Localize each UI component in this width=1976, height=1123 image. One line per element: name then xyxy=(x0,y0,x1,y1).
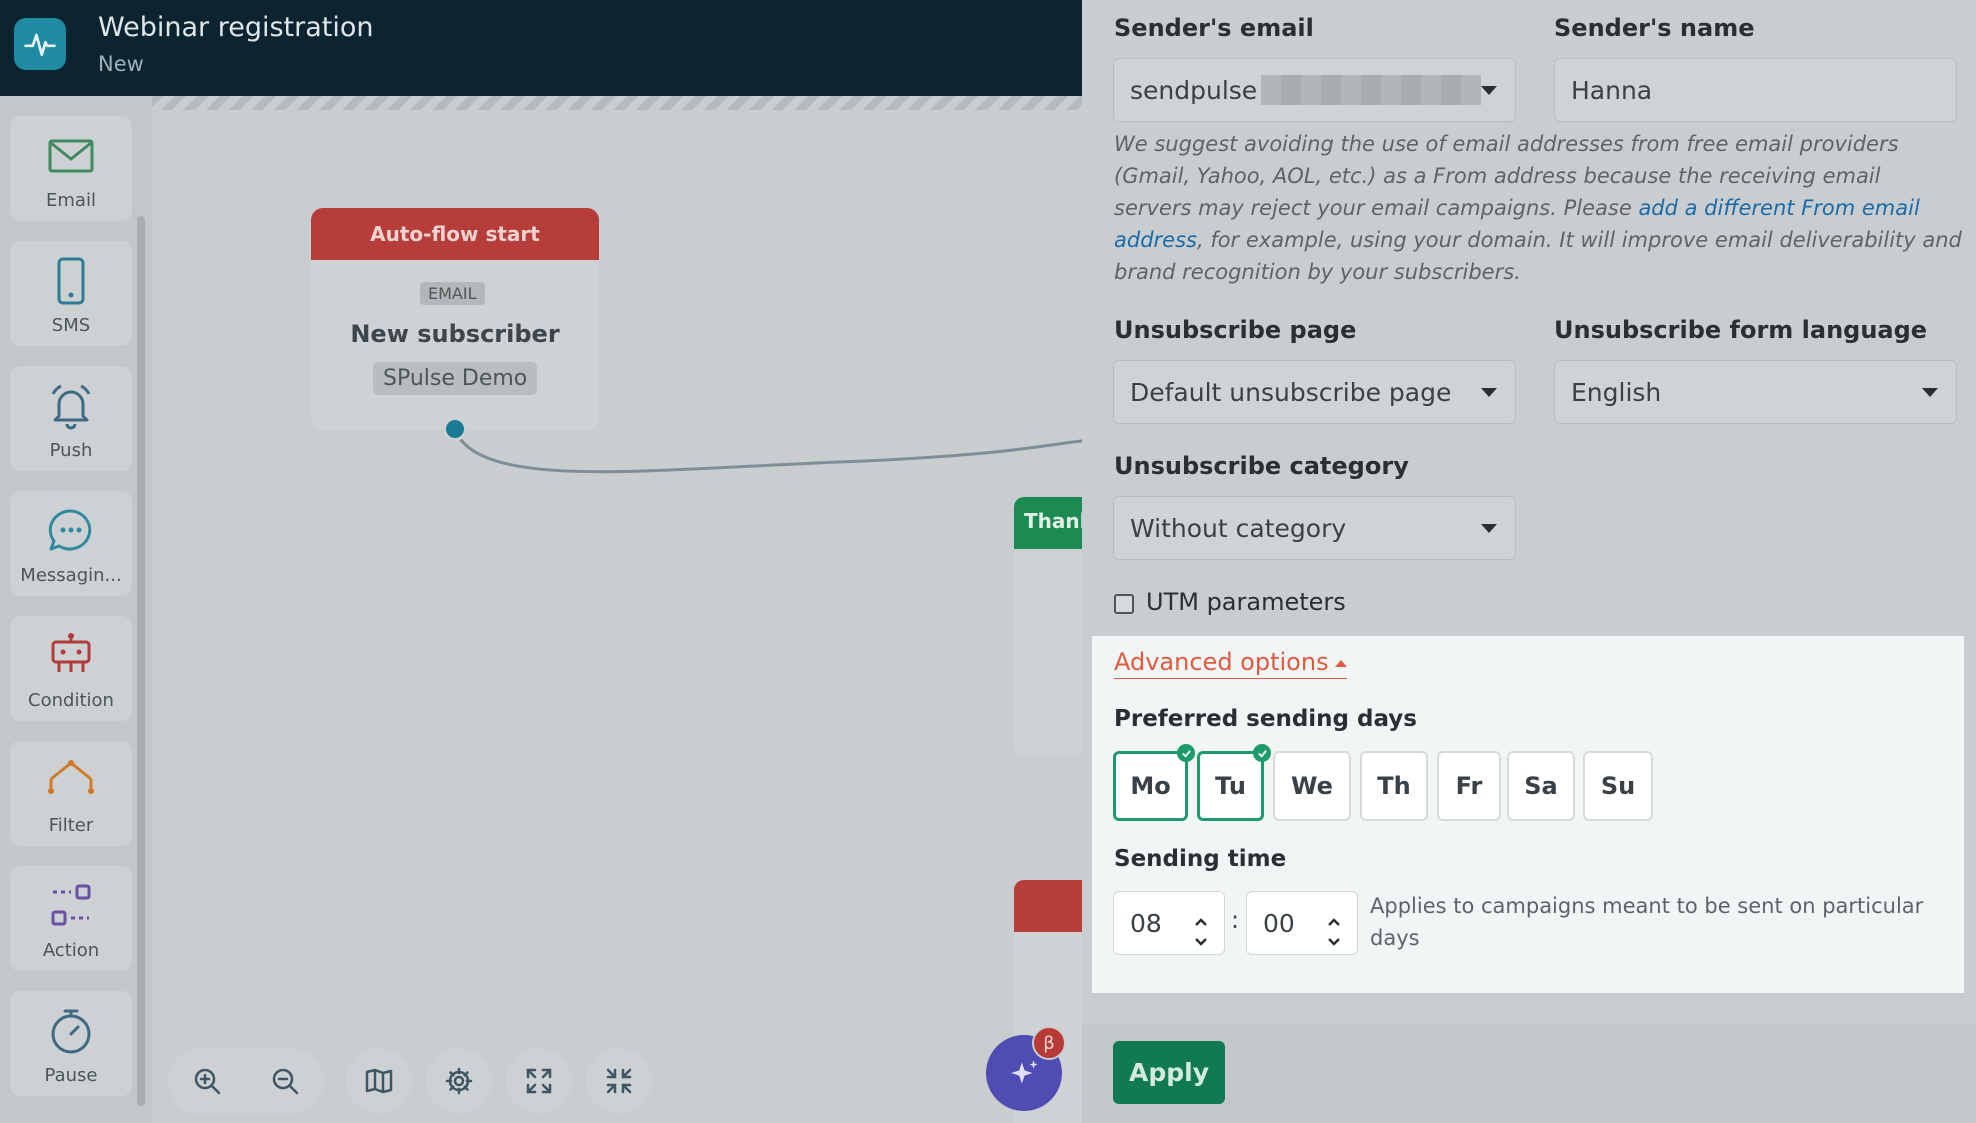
collapse-icon xyxy=(606,1068,632,1094)
sidebar-item-label: Filter xyxy=(48,815,94,836)
action-icon xyxy=(51,884,91,926)
chevron-down-icon xyxy=(1481,524,1497,533)
sidebar-item-label: Email xyxy=(46,190,96,211)
chevron-up-icon[interactable] xyxy=(1194,904,1208,926)
sender-email-hint: We suggest avoiding the use of email add… xyxy=(1114,132,1962,284)
unsubscribe-language-select[interactable]: English xyxy=(1554,360,1957,424)
zoom-in-button[interactable] xyxy=(168,1048,246,1114)
app-header: Webinar registration New xyxy=(0,0,1082,96)
hour-stepper[interactable]: 08 xyxy=(1113,891,1225,955)
unsubscribe-page-label: Unsubscribe page xyxy=(1114,316,1357,344)
day-monday[interactable]: Mo xyxy=(1113,744,1195,821)
sidebar-item-filter[interactable]: Filter xyxy=(10,741,132,846)
guide-button[interactable] xyxy=(346,1048,412,1114)
day-sunday[interactable]: Su xyxy=(1583,751,1653,821)
book-icon xyxy=(365,1068,393,1094)
sidebar-item-action[interactable]: Action xyxy=(10,866,132,971)
utm-checkbox[interactable] xyxy=(1114,594,1134,614)
time-separator: : xyxy=(1231,906,1240,934)
chevron-down-icon[interactable] xyxy=(1194,924,1208,946)
node-header: Auto-flow start xyxy=(311,208,599,260)
day-thursday[interactable]: Th xyxy=(1360,751,1428,821)
timer-icon xyxy=(51,1009,91,1054)
node-output-port[interactable] xyxy=(443,417,467,441)
sidebar-item-label: Condition xyxy=(28,690,114,711)
node-type-chip: EMAIL xyxy=(420,282,485,305)
unsubscribe-category-label: Unsubscribe category xyxy=(1114,452,1409,480)
day-saturday[interactable]: Sa xyxy=(1507,751,1575,821)
check-icon xyxy=(1177,744,1195,762)
advanced-options-section: Advanced options Preferred sending days … xyxy=(1092,636,1964,993)
element-sidebar: Email SMS Push Messagin... Condition Fil… xyxy=(0,96,152,1123)
sidebar-item-sms[interactable]: SMS xyxy=(10,241,132,346)
gear-icon xyxy=(445,1067,473,1095)
chat-icon xyxy=(48,509,92,551)
phone-icon xyxy=(57,257,85,305)
canvas-top-border xyxy=(152,96,1082,110)
sidebar-item-email[interactable]: Email xyxy=(10,116,132,221)
sending-time-label: Sending time xyxy=(1114,846,1287,872)
sending-time-hint: Applies to campaigns meant to be sent on… xyxy=(1370,894,1924,950)
sender-name-label: Sender's name xyxy=(1554,14,1755,42)
sidebar-item-label: Push xyxy=(49,440,93,461)
minute-stepper[interactable]: 00 xyxy=(1246,891,1358,955)
expand-icon xyxy=(526,1068,552,1094)
sidebar-item-condition[interactable]: Condition xyxy=(10,616,132,721)
zoom-in-icon xyxy=(194,1068,221,1095)
chevron-down-icon[interactable] xyxy=(1327,924,1341,946)
apply-button[interactable]: Apply xyxy=(1113,1041,1225,1104)
sidebar-item-label: SMS xyxy=(51,315,91,336)
app-logo-icon[interactable] xyxy=(14,18,66,70)
node-list-chip: SPulse Demo xyxy=(373,362,538,395)
filter-icon xyxy=(48,760,94,794)
node-title: New subscriber xyxy=(350,320,560,348)
advanced-options-toggle[interactable]: Advanced options xyxy=(1114,648,1347,679)
sparkle-icon xyxy=(1011,1060,1038,1084)
sidebar-item-label: Pause xyxy=(44,1065,98,1086)
flow-title[interactable]: Webinar registration xyxy=(98,12,373,43)
flow-status: New xyxy=(98,52,144,76)
bell-icon xyxy=(51,384,91,430)
day-tuesday[interactable]: Tu xyxy=(1197,744,1271,821)
day-wednesday[interactable]: We xyxy=(1273,751,1351,821)
chevron-down-icon xyxy=(1481,388,1497,397)
unsubscribe-page-select[interactable]: Default unsubscribe page xyxy=(1113,360,1516,424)
sender-email-label: Sender's email xyxy=(1114,14,1314,42)
sender-name-input[interactable]: Hanna xyxy=(1554,58,1957,122)
check-icon xyxy=(1253,744,1271,762)
sending-days-label: Preferred sending days xyxy=(1114,706,1417,732)
sender-name-value: Hanna xyxy=(1571,75,1653,105)
sidebar-item-pause[interactable]: Pause xyxy=(10,991,132,1096)
flow-settings-button[interactable] xyxy=(426,1048,492,1114)
zoom-toolbar xyxy=(168,1048,324,1114)
condition-icon xyxy=(51,633,91,672)
connection-line xyxy=(453,429,1100,474)
fit-screen-button[interactable] xyxy=(586,1048,652,1114)
chevron-up-icon[interactable] xyxy=(1327,904,1341,926)
chevron-down-icon xyxy=(1481,86,1497,95)
zoom-out-icon xyxy=(272,1068,299,1095)
sender-email-value: sendpulse xyxy=(1130,75,1258,105)
beta-badge: β xyxy=(1032,1026,1066,1060)
sidebar-item-push[interactable]: Push xyxy=(10,366,132,471)
unsubscribe-language-label: Unsubscribe form language xyxy=(1554,316,1928,344)
sidebar-item-label: Messagin... xyxy=(20,565,122,586)
redacted-domain xyxy=(1261,75,1482,105)
chevron-down-icon xyxy=(1922,388,1938,397)
sidebar-scrollbar[interactable] xyxy=(137,216,145,1106)
sender-email-select[interactable]: sendpulse xyxy=(1113,58,1516,122)
unsubscribe-category-select[interactable]: Without category xyxy=(1113,496,1516,560)
utm-label[interactable]: UTM parameters xyxy=(1146,588,1346,616)
caret-up-icon xyxy=(1334,659,1347,667)
sidebar-item-messaging[interactable]: Messagin... xyxy=(10,491,132,596)
zoom-out-button[interactable] xyxy=(246,1048,324,1114)
autoflow-start-node[interactable]: Auto-flow start EMAIL New subscriber SPu… xyxy=(311,208,599,430)
day-friday[interactable]: Fr xyxy=(1437,751,1501,821)
fullscreen-button[interactable] xyxy=(506,1048,572,1114)
envelope-icon xyxy=(48,139,94,173)
sidebar-item-label: Action xyxy=(42,940,100,961)
